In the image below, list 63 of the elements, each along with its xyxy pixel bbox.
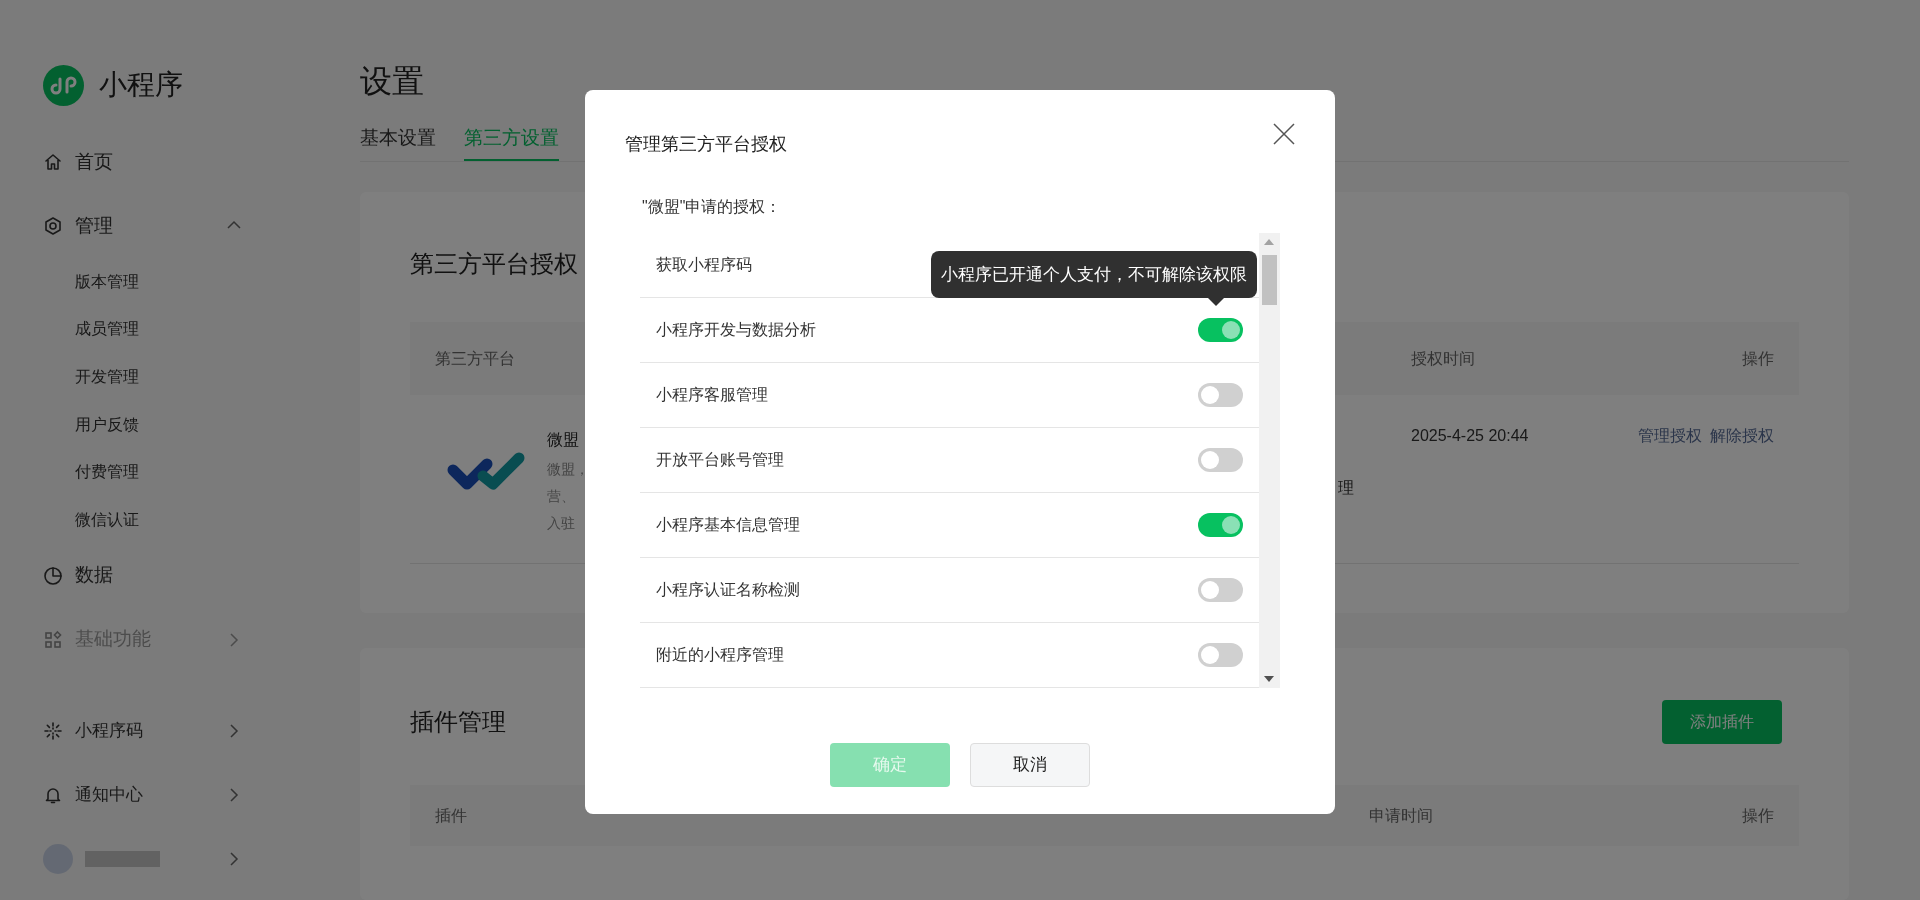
close-icon[interactable] xyxy=(1272,122,1296,146)
permission-label: 小程序客服管理 xyxy=(656,385,768,405)
column-header: 插件 xyxy=(435,805,468,826)
permission-label: 附近的小程序管理 xyxy=(656,645,784,665)
tooltip-arrow-icon xyxy=(1208,298,1224,306)
column-header: 操作 xyxy=(1741,805,1774,826)
column-header: 申请时间 xyxy=(1369,805,1434,826)
toggle-switch[interactable] xyxy=(1198,448,1243,472)
permission-label: 获取小程序码 xyxy=(656,255,752,275)
sub-nav-item[interactable]: 开发管理 xyxy=(43,353,243,401)
action-link[interactable]: 解除授权 xyxy=(1710,424,1774,448)
app-name: 小程序 xyxy=(99,68,183,102)
permission-label: 开放平台账号管理 xyxy=(656,450,784,470)
action-link[interactable]: 管理授权 xyxy=(1638,424,1702,448)
card-title: 插件管理 xyxy=(410,707,506,737)
scrollbar[interactable] xyxy=(1259,233,1280,688)
platform-description: 营、 xyxy=(547,487,576,506)
auth-time: 2025-4-25 20:44 xyxy=(1411,426,1530,446)
pie-chart-icon xyxy=(43,565,63,586)
sub-nav-item[interactable]: 用户反馈 xyxy=(43,400,243,449)
nav-item[interactable]: 数据 xyxy=(43,543,243,608)
scroll-down-arrow-icon xyxy=(1264,676,1274,682)
column-header: 第三方平台 xyxy=(435,348,516,369)
nav-item[interactable]: 首页 xyxy=(43,130,243,194)
toggle-switch[interactable] xyxy=(1198,578,1243,602)
sub-nav-item[interactable]: 付费管理 xyxy=(43,448,243,496)
nav-label: 通知中心 xyxy=(75,783,143,806)
nav-item[interactable]: 通知中心 xyxy=(43,762,243,827)
nav-item[interactable]: 管理 xyxy=(43,194,243,258)
dialog-title: 管理第三方平台授权 xyxy=(625,133,787,156)
toggle-switch[interactable] xyxy=(1198,318,1243,342)
platform-name: 微盟 xyxy=(547,430,580,450)
card-title: 第三方平台授权 xyxy=(410,249,578,279)
nav-item[interactable]: 小程序码 xyxy=(43,698,243,763)
cancel-button[interactable]: 取消 xyxy=(970,743,1090,787)
scroll-up-arrow-icon xyxy=(1264,239,1274,245)
permission-label: 小程序基本信息管理 xyxy=(656,515,800,535)
dialog-subtitle: "微盟"申请的授权： xyxy=(641,197,783,217)
sub-nav-item[interactable]: 微信认证 xyxy=(43,495,243,544)
nav-label: 首页 xyxy=(75,149,113,174)
nav-label: 小程序码 xyxy=(75,719,143,742)
platform-description: 入驻 xyxy=(547,514,576,533)
permission-label: 小程序认证名称检测 xyxy=(656,580,800,600)
table-cell-text: 理 xyxy=(1337,478,1355,498)
permission-label: 小程序开发与数据分析 xyxy=(656,320,816,340)
nav-label: 管理 xyxy=(75,213,113,238)
toggle-switch[interactable] xyxy=(1198,383,1243,407)
nav-label: 数据 xyxy=(75,563,113,588)
scrollbar-thumb[interactable] xyxy=(1262,255,1277,305)
grid-icon xyxy=(43,629,63,650)
logo-icon xyxy=(43,64,84,106)
page-title: 设置 xyxy=(360,62,425,101)
toggle-switch[interactable] xyxy=(1198,513,1243,537)
starburst-icon xyxy=(43,720,63,741)
toggle-switch[interactable] xyxy=(1198,643,1243,667)
home-icon xyxy=(43,152,63,172)
tab[interactable]: 基本设置 xyxy=(360,117,436,161)
sub-nav-item[interactable]: 版本管理 xyxy=(43,258,243,306)
column-header: 授权时间 xyxy=(1411,348,1476,369)
column-header: 操作 xyxy=(1741,348,1774,369)
sub-nav-item[interactable]: 成员管理 xyxy=(43,305,243,354)
hexagon-icon xyxy=(43,216,63,236)
tooltip: 小程序已开通个人支付，不可解除该权限 xyxy=(931,251,1257,298)
